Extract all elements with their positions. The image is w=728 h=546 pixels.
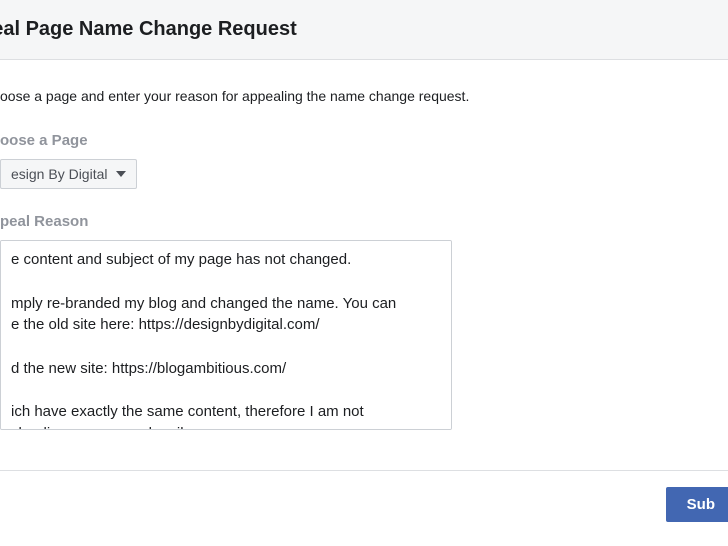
caret-down-icon <box>116 171 126 177</box>
intro-text: oose a page and enter your reason for ap… <box>0 88 728 104</box>
appeal-reason-section: peal Reason e content and subject of my … <box>0 213 728 430</box>
submit-button[interactable]: Sub <box>666 487 728 522</box>
footer-bar: Sub <box>0 470 728 522</box>
appeal-reason-label: peal Reason <box>0 213 728 230</box>
header-bar: peal Page Name Change Request <box>0 0 728 60</box>
page-selector-dropdown[interactable]: esign By Digital <box>0 159 137 189</box>
appeal-reason-textarea[interactable]: e content and subject of my page has not… <box>0 240 452 430</box>
appeal-reason-text[interactable]: e content and subject of my page has not… <box>11 249 441 421</box>
choose-page-label: oose a Page <box>0 132 728 149</box>
page-selector-value: esign By Digital <box>11 166 108 182</box>
page-title: peal Page Name Change Request <box>0 18 728 41</box>
form-content: oose a page and enter your reason for ap… <box>0 60 728 430</box>
